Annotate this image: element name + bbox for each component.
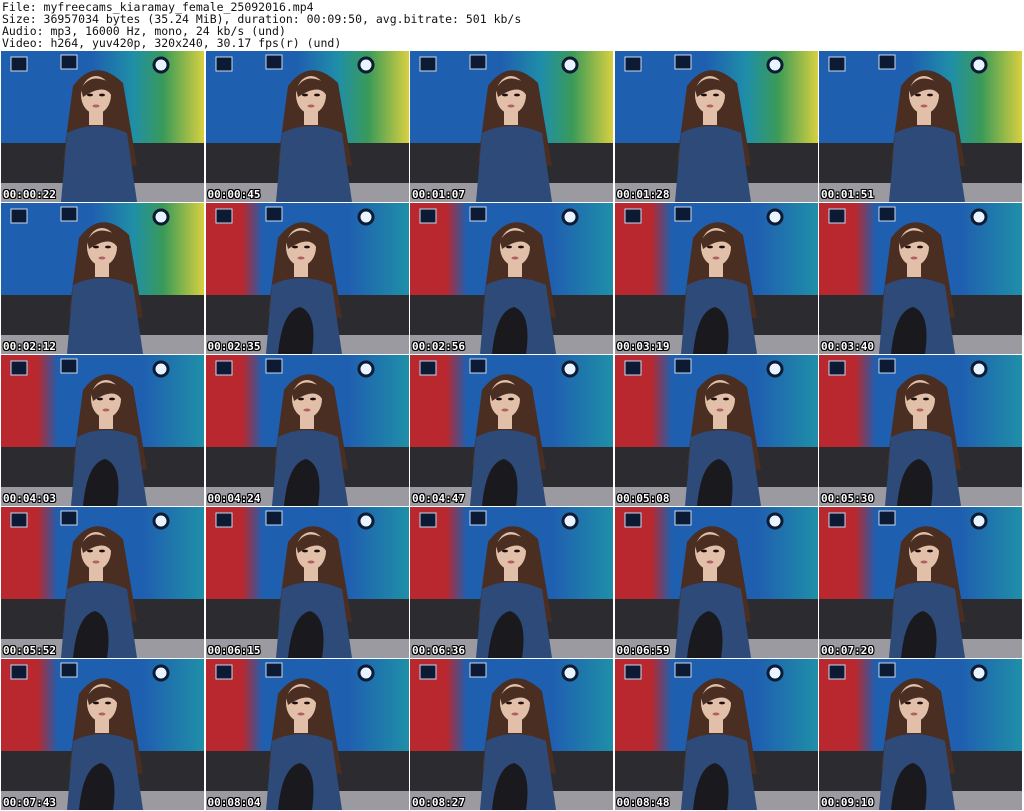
thumbnail-frame: 00:05:08 <box>614 355 818 506</box>
thumbnail-frame: 00:08:27 <box>410 659 613 810</box>
timestamp-label: 00:05:30 <box>821 492 874 505</box>
timestamp-label: 00:07:20 <box>821 644 874 657</box>
timestamp-label: 00:02:12 <box>3 340 56 353</box>
thumbnail-frame: 00:05:30 <box>819 355 1022 506</box>
timestamp-label: 00:05:08 <box>616 492 670 505</box>
video-frame-image <box>819 203 1022 354</box>
timestamp-label: 00:06:59 <box>616 644 670 657</box>
video-frame-image <box>1 659 204 810</box>
timestamp-label: 00:07:43 <box>3 796 56 809</box>
thumbnail-frame: 00:08:04 <box>205 659 409 810</box>
thumbnail-frame: 00:00:22 <box>1 51 204 202</box>
video-frame-image <box>410 507 613 658</box>
thumbnail-frame: 00:01:51 <box>819 51 1022 202</box>
thumbnail-frame: 00:04:24 <box>205 355 409 506</box>
video-frame-image <box>614 51 818 202</box>
timestamp-label: 00:04:47 <box>412 492 465 505</box>
video-frame-image <box>819 355 1022 506</box>
timestamp-label: 00:08:27 <box>412 796 465 809</box>
timestamp-label: 00:04:03 <box>3 492 56 505</box>
thumbnail-frame: 00:06:15 <box>205 507 409 658</box>
thumbnail-frame: 00:02:35 <box>205 203 409 354</box>
timestamp-label: 00:08:48 <box>616 796 670 809</box>
timestamp-label: 00:06:15 <box>207 644 261 657</box>
thumbnail-frame: 00:08:48 <box>614 659 818 810</box>
video-frame-image <box>1 203 204 354</box>
video-frame-image <box>410 355 613 506</box>
timestamp-label: 00:01:07 <box>412 188 465 201</box>
video-frame-image <box>614 507 818 658</box>
thumbnail-frame: 00:04:03 <box>1 355 204 506</box>
timestamp-label: 00:06:36 <box>412 644 465 657</box>
video-frame-image <box>410 51 613 202</box>
timestamp-label: 00:02:35 <box>207 340 261 353</box>
video-frame-image <box>1 51 204 202</box>
thumbnail-frame: 00:06:59 <box>614 507 818 658</box>
thumbnail-frame: 00:02:56 <box>410 203 613 354</box>
video-frame-image <box>205 203 409 354</box>
timestamp-label: 00:01:28 <box>616 188 670 201</box>
thumbnail-frame: 00:04:47 <box>410 355 613 506</box>
video-frame-image <box>819 51 1022 202</box>
thumbnail-frame: 00:03:40 <box>819 203 1022 354</box>
video-frame-image <box>1 355 204 506</box>
timestamp-label: 00:09:10 <box>821 796 874 809</box>
timestamp-label: 00:03:19 <box>616 340 670 353</box>
video-frame-image <box>410 659 613 810</box>
timestamp-label: 00:08:04 <box>207 796 261 809</box>
timestamp-label: 00:00:22 <box>3 188 56 201</box>
thumbnail-frame: 00:03:19 <box>614 203 818 354</box>
video-frame-image <box>205 355 409 506</box>
timestamp-label: 00:05:52 <box>3 644 56 657</box>
thumbnail-frame: 00:02:12 <box>1 203 204 354</box>
video-frame-image <box>614 659 818 810</box>
video-frame-image <box>205 659 409 810</box>
video-frame-image <box>614 203 818 354</box>
timestamp-label: 00:01:51 <box>821 188 874 201</box>
video-frame-image <box>1 507 204 658</box>
video-info-line: Video: h264, yuv420p, 320x240, 30.17 fps… <box>2 36 342 50</box>
video-frame-image <box>205 507 409 658</box>
video-frame-image <box>205 51 409 202</box>
thumbnail-grid: 00:00:22 00:00:45 00:01:07 00:01:28 00:01:51… <box>1 51 1023 811</box>
video-frame-image <box>819 507 1022 658</box>
thumbnail-frame: 00:09:10 <box>819 659 1022 810</box>
timestamp-label: 00:04:24 <box>207 492 261 505</box>
thumbnail-frame: 00:01:28 <box>614 51 818 202</box>
timestamp-label: 00:02:56 <box>412 340 465 353</box>
thumbnail-frame: 00:05:52 <box>1 507 204 658</box>
video-frame-image <box>819 659 1022 810</box>
timestamp-label: 00:03:40 <box>821 340 874 353</box>
thumbnail-frame: 00:01:07 <box>410 51 613 202</box>
file-info-header: File: myfreecams_kiaramay_female_2509201… <box>2 1 1020 49</box>
thumbnail-frame: 00:07:20 <box>819 507 1022 658</box>
thumbnail-frame: 00:06:36 <box>410 507 613 658</box>
timestamp-label: 00:00:45 <box>207 188 261 201</box>
video-frame-image <box>410 203 613 354</box>
thumbnail-frame: 00:07:43 <box>1 659 204 810</box>
video-frame-image <box>614 355 818 506</box>
thumbnail-frame: 00:00:45 <box>205 51 409 202</box>
